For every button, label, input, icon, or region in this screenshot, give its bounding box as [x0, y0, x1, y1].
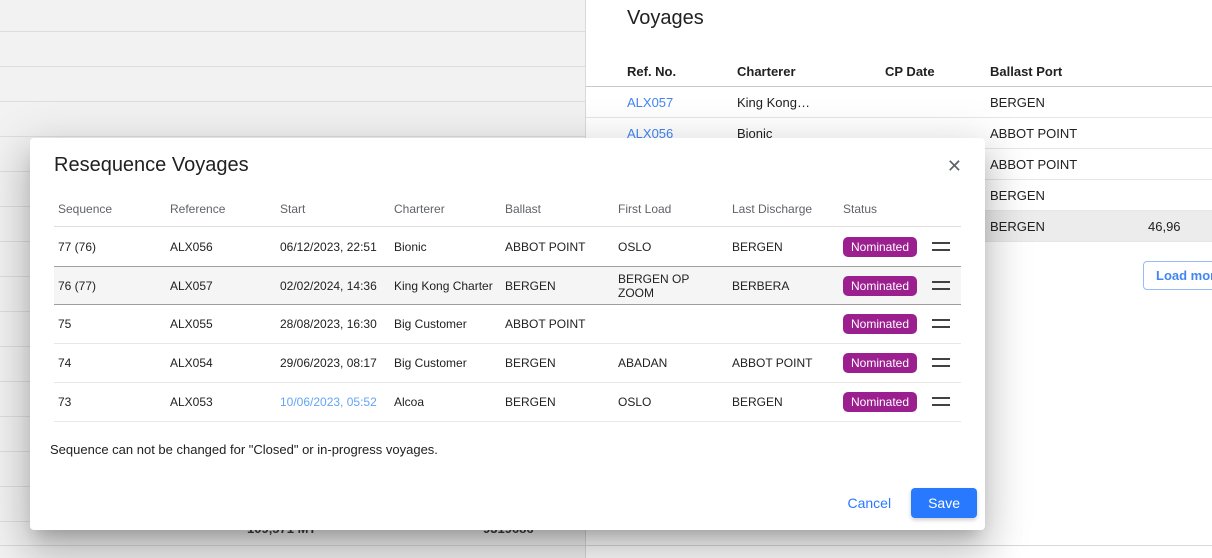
cell-reference: ALX055 — [166, 305, 276, 344]
dialog-title: Resequence Voyages — [54, 154, 249, 177]
cell-reference: ALX053 — [166, 383, 276, 422]
cell-sequence: 74 — [54, 344, 166, 383]
cell-charterer: Bionic — [390, 227, 501, 266]
col-drag — [921, 198, 961, 227]
cell-ballast: BERGEN — [501, 344, 614, 383]
cell-last-discharge: BERGEN — [728, 383, 839, 422]
bottom-divider — [0, 545, 1212, 546]
sequence-row: 74 ALX054 29/06/2023, 08:17 Big Customer… — [54, 344, 961, 383]
cell-start-link[interactable]: 10/06/2023, 05:52 — [276, 383, 390, 422]
cell-drag — [921, 383, 961, 422]
cell-start: 02/02/2024, 14:36 — [276, 266, 390, 305]
status-badge: Nominated — [843, 237, 917, 257]
cell-reference: ALX056 — [166, 227, 276, 266]
col-ballast: Ballast — [501, 198, 614, 227]
cell-charterer: King Kong Charter — [390, 266, 501, 305]
cell-sequence: 76 (77) — [54, 266, 166, 305]
cell-ballast: ABBOT POINT — [501, 305, 614, 344]
voyages-col-cp-date: CP Date — [885, 64, 990, 79]
cell-first-load — [614, 305, 728, 344]
voyage-charterer: King Kong… — [737, 95, 885, 110]
resequence-table-header: Sequence Reference Start Charterer Balla… — [54, 198, 961, 227]
resequence-table: Sequence Reference Start Charterer Balla… — [54, 198, 961, 422]
drag-handle-icon[interactable] — [932, 281, 950, 290]
cell-drag — [921, 227, 961, 266]
col-last-discharge: Last Discharge — [728, 198, 839, 227]
voyage-ballast-port: ABBOT POINT — [990, 157, 1148, 172]
status-badge: Nominated — [843, 353, 917, 373]
col-status: Status — [839, 198, 921, 227]
cell-sequence: 75 — [54, 305, 166, 344]
resequence-voyages-dialog: Resequence Voyages ✕ Sequence Reference … — [30, 138, 985, 530]
voyage-qty: 46,96 — [1148, 219, 1212, 234]
col-start: Start — [276, 198, 390, 227]
voyage-ballast-port: BERGEN — [990, 219, 1148, 234]
cell-drag — [921, 344, 961, 383]
drag-handle-icon[interactable] — [932, 358, 950, 367]
voyage-ballast-port: ABBOT POINT — [990, 126, 1148, 141]
voyage-ballast-port: BERGEN — [990, 95, 1148, 110]
voyage-ballast-port: BERGEN — [990, 188, 1148, 203]
col-charterer: Charterer — [390, 198, 501, 227]
cell-reference: ALX057 — [166, 266, 276, 305]
drag-handle-icon[interactable] — [932, 242, 950, 251]
status-badge: Nominated — [843, 314, 917, 334]
close-icon[interactable]: ✕ — [942, 154, 967, 178]
voyages-col-charterer: Charterer — [737, 64, 885, 79]
voyage-ref-link[interactable]: ALX057 — [627, 95, 737, 110]
cell-ballast: BERGEN — [501, 383, 614, 422]
dialog-header: Resequence Voyages ✕ — [30, 138, 985, 178]
sequence-row-highlighted: 76 (77) ALX057 02/02/2024, 14:36 King Ko… — [54, 266, 961, 305]
cell-first-load: BERGEN OP ZOOM — [614, 266, 728, 305]
cell-status: Nominated — [839, 383, 921, 422]
voyages-panel-title: Voyages — [627, 7, 704, 30]
cell-status: Nominated — [839, 227, 921, 266]
cell-start: 28/08/2023, 16:30 — [276, 305, 390, 344]
cell-charterer: Big Customer — [390, 344, 501, 383]
dialog-note: Sequence can not be changed for "Closed"… — [50, 442, 961, 457]
cell-sequence: 77 (76) — [54, 227, 166, 266]
cell-first-load: OSLO — [614, 383, 728, 422]
cell-reference: ALX054 — [166, 344, 276, 383]
col-first-load: First Load — [614, 198, 728, 227]
cell-last-discharge: BERGEN — [728, 227, 839, 266]
col-sequence: Sequence — [54, 198, 166, 227]
cell-start: 06/12/2023, 22:51 — [276, 227, 390, 266]
cell-start: 29/06/2023, 08:17 — [276, 344, 390, 383]
voyage-row[interactable]: ALX057 King Kong… BERGEN — [586, 87, 1212, 118]
dialog-actions: Cancel Save — [837, 488, 977, 518]
save-button[interactable]: Save — [911, 488, 977, 518]
status-badge: Nominated — [843, 276, 917, 296]
cell-ballast: ABBOT POINT — [501, 227, 614, 266]
cell-charterer: Big Customer — [390, 305, 501, 344]
load-more-button[interactable]: Load more — [1143, 261, 1212, 290]
cell-status: Nominated — [839, 344, 921, 383]
voyages-col-ballast-port: Ballast Port — [990, 64, 1148, 79]
col-reference: Reference — [166, 198, 276, 227]
cell-charterer: Alcoa — [390, 383, 501, 422]
drag-handle-icon[interactable] — [932, 397, 950, 406]
cell-last-discharge — [728, 305, 839, 344]
sequence-row: 73 ALX053 10/06/2023, 05:52 Alcoa BERGEN… — [54, 383, 961, 422]
voyages-col-ref: Ref. No. — [627, 64, 737, 79]
cell-last-discharge: ABBOT POINT — [728, 344, 839, 383]
cell-last-discharge: BERBERA — [728, 266, 839, 305]
cell-first-load: ABADAN — [614, 344, 728, 383]
sequence-row: 77 (76) ALX056 06/12/2023, 22:51 Bionic … — [54, 227, 961, 266]
cancel-button[interactable]: Cancel — [837, 488, 901, 518]
drag-handle-icon[interactable] — [932, 319, 950, 328]
cell-sequence: 73 — [54, 383, 166, 422]
sequence-row: 75 ALX055 28/08/2023, 16:30 Big Customer… — [54, 305, 961, 344]
cell-drag — [921, 266, 961, 305]
cell-status: Nominated — [839, 305, 921, 344]
voyages-table-header: Ref. No. Charterer CP Date Ballast Port — [586, 56, 1212, 87]
cell-first-load: OSLO — [614, 227, 728, 266]
cell-ballast: BERGEN — [501, 266, 614, 305]
cell-drag — [921, 305, 961, 344]
status-badge: Nominated — [843, 392, 917, 412]
cell-status: Nominated — [839, 266, 921, 305]
